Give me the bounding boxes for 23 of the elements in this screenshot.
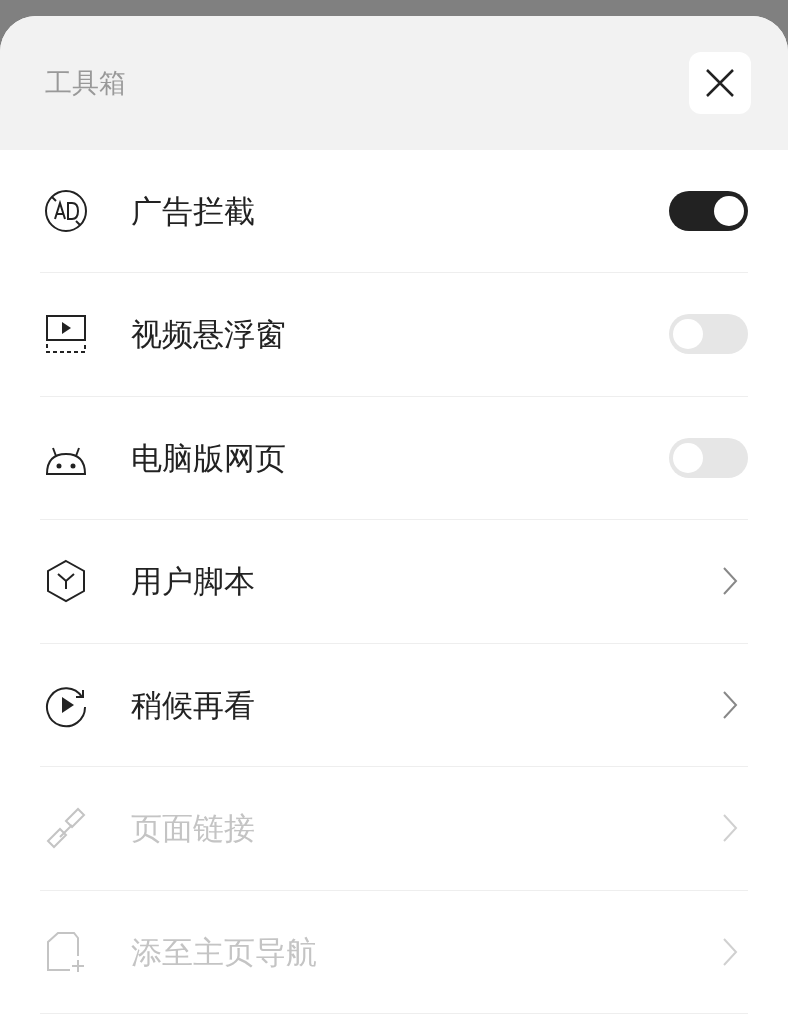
toggle-switch[interactable] [669, 314, 748, 355]
chevron-right-icon [722, 689, 738, 720]
menu-row[interactable]: 电脑版网页 [40, 396, 748, 520]
menu-label: 用户脚本 [131, 562, 256, 601]
ad-blocked-icon [43, 187, 89, 234]
menu-row[interactable]: 广告拦截 [40, 149, 748, 273]
toggle-switch[interactable] [669, 437, 748, 478]
menu-label: 广告拦截 [131, 191, 256, 231]
close-icon [705, 67, 735, 98]
sheet-title: 工具箱 [45, 65, 126, 100]
menu-label: 电脑版网页 [131, 438, 287, 478]
menu-label: 视频悬浮窗 [131, 315, 287, 354]
chevron-right-icon [722, 813, 738, 844]
menu-label: 页面链接 [131, 809, 256, 848]
menu-label: 稍候再看 [131, 685, 256, 725]
menu-row[interactable]: 视频悬浮窗 [40, 273, 748, 397]
menu-row[interactable]: 稍候再看 [40, 643, 748, 767]
toggle-switch[interactable] [669, 190, 748, 231]
close-button[interactable] [689, 51, 751, 114]
menu-label: 添至主页导航 [131, 932, 318, 972]
chevron-right-icon [722, 936, 738, 967]
menu-row[interactable]: 用户脚本 [40, 520, 748, 644]
chevron-right-icon [722, 566, 738, 597]
